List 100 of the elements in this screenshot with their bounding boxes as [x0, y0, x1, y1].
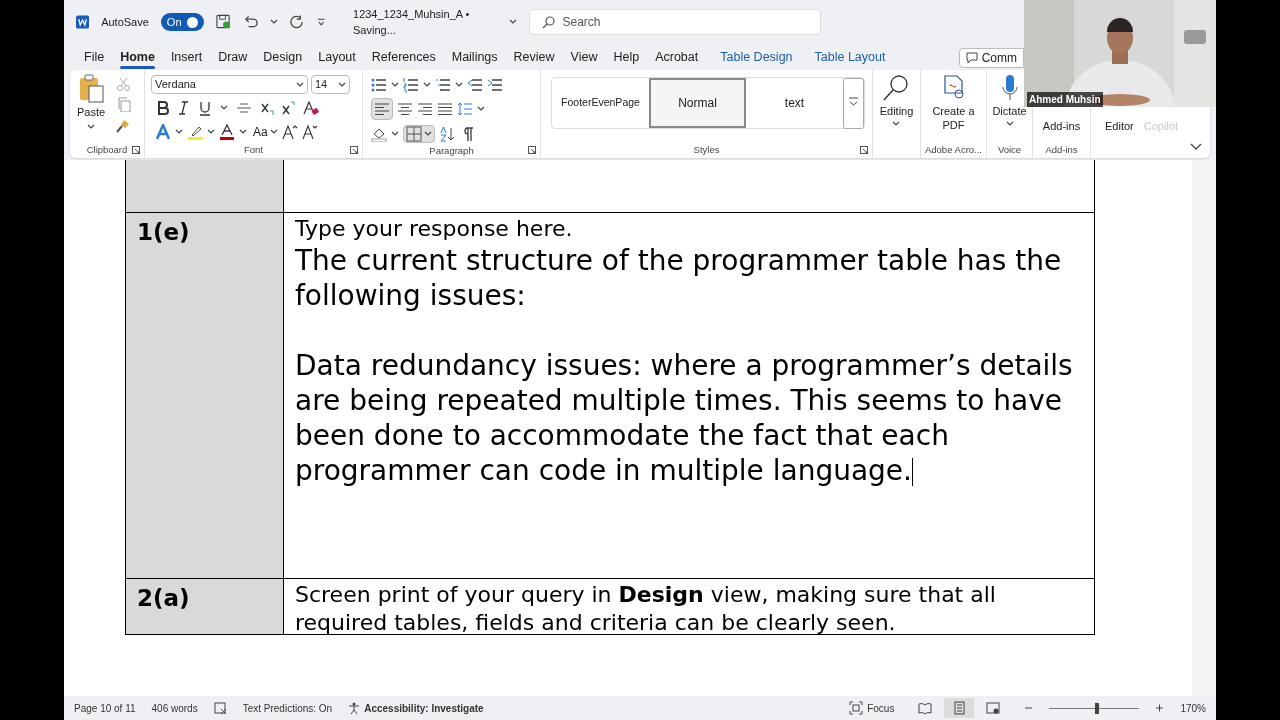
collapse-ribbon-icon[interactable] — [1190, 143, 1202, 150]
format-painter-icon[interactable] — [116, 118, 131, 133]
focus-button[interactable]: Focus — [849, 700, 895, 716]
comments-button[interactable]: Comm — [958, 48, 1024, 68]
proofing-icon[interactable] — [213, 701, 227, 715]
text-predictions[interactable]: Text Predictions: On — [242, 700, 333, 716]
change-case-button[interactable]: Aa — [253, 123, 278, 141]
menu-tab[interactable]: Review — [505, 44, 563, 70]
bullets-icon[interactable] — [371, 77, 387, 93]
menu-tab[interactable]: Table Design — [712, 44, 801, 70]
menu-tab[interactable]: Insert — [162, 44, 211, 70]
pdf-button[interactable]: Create a PDF — [931, 74, 976, 142]
participant-name: Ahmed Muhsin — [1027, 92, 1103, 107]
redo-icon[interactable] — [289, 14, 305, 30]
menu-tab[interactable]: Help — [605, 44, 648, 70]
caret-icon — [87, 123, 95, 130]
menu-tab[interactable]: Home — [112, 44, 163, 70]
dialog-launcher-icon[interactable] — [860, 146, 868, 154]
style-item[interactable]: Normal — [649, 78, 746, 128]
font-size-field[interactable]: 14 — [311, 75, 350, 94]
borders-icon — [406, 126, 422, 142]
menu-tab[interactable]: Acrobat — [647, 44, 707, 70]
menu-tab[interactable]: File — [76, 44, 113, 70]
menu-tab[interactable]: Layout — [310, 44, 364, 70]
zoom-slider[interactable] — [1049, 702, 1140, 714]
autosave-label: AutoSave — [101, 14, 149, 30]
accessibility-button[interactable]: Accessibility: Investigate — [348, 700, 484, 716]
multilevel-list-icon[interactable] — [435, 77, 451, 93]
align-center-icon[interactable] — [397, 101, 413, 117]
gallery-more-icon[interactable] — [843, 77, 864, 129]
clipboard-icon — [77, 74, 105, 104]
menu-tab[interactable]: Design — [255, 44, 311, 70]
caret-icon[interactable] — [455, 82, 463, 88]
font-color-icon[interactable] — [219, 124, 235, 140]
text-effects-icon[interactable] — [155, 124, 171, 140]
shrink-font-icon[interactable] — [301, 124, 318, 140]
style-item[interactable]: FooterEvenPage — [552, 78, 649, 128]
grow-font-icon[interactable] — [281, 124, 298, 140]
caret-icon[interactable] — [391, 82, 399, 88]
bold-icon[interactable] — [155, 100, 169, 116]
caret-icon[interactable] — [175, 129, 183, 135]
microphone-button[interactable]: Dictate — [992, 74, 1027, 142]
justify-icon[interactable] — [437, 101, 453, 117]
caret-icon[interactable] — [207, 129, 215, 135]
menu-tab[interactable]: Mailings — [443, 44, 506, 70]
word-count[interactable]: 406 words — [151, 700, 198, 716]
menu-tab[interactable]: References — [363, 44, 444, 70]
customize-icon[interactable] — [316, 18, 325, 26]
highlight-icon[interactable] — [187, 124, 203, 140]
paste-button[interactable]: Paste — [74, 74, 108, 130]
group-label: Clipboard — [86, 142, 128, 157]
menu-tab[interactable]: Table Layout — [806, 44, 894, 70]
dialog-launcher-icon[interactable] — [350, 146, 358, 154]
prompt-text: Type your response here. — [295, 215, 574, 243]
editor-button[interactable]: Editor — [1105, 110, 1134, 142]
increase-indent-icon[interactable] — [487, 77, 503, 93]
underline-icon[interactable] — [197, 100, 213, 116]
style-item[interactable]: text — [746, 78, 843, 128]
add-ins-button[interactable]: Add-ins — [1042, 110, 1081, 142]
italic-icon[interactable] — [176, 100, 190, 116]
caret-icon[interactable] — [508, 19, 517, 25]
borders-button[interactable] — [403, 125, 435, 143]
zoom-in-icon[interactable] — [1155, 704, 1165, 712]
caret-icon[interactable] — [239, 129, 247, 135]
shading-icon[interactable] — [371, 126, 387, 142]
search-button[interactable]: Editing — [879, 74, 914, 142]
group-label: Add-ins — [1045, 142, 1078, 157]
caret-icon[interactable] — [391, 131, 399, 137]
clear-formatting-icon[interactable] — [302, 100, 320, 116]
caret-icon[interactable] — [423, 82, 431, 88]
save-icon[interactable] — [215, 14, 231, 30]
font-name-field[interactable]: Verdana — [151, 75, 308, 94]
word-logo-icon — [76, 15, 90, 29]
comment-icon — [965, 52, 978, 64]
group-label: Styles — [693, 142, 720, 157]
caret-icon — [424, 131, 432, 137]
zoom-thumb[interactable] — [1095, 702, 1100, 714]
prompt-text: Screen print of your query in Design view, making sure that all required tables, fields and criteria can be clearly seen. — [295, 581, 997, 637]
caret-icon[interactable] — [269, 19, 278, 25]
group-label: Adobe Acro... — [924, 142, 982, 157]
search-field[interactable]: Search — [528, 9, 821, 35]
page-count[interactable]: Page 10 of 11 — [74, 700, 136, 716]
dialog-launcher-icon[interactable] — [528, 146, 536, 154]
caret-icon[interactable] — [477, 106, 485, 112]
menu-tab[interactable]: Draw — [210, 44, 256, 70]
align-right-icon[interactable] — [417, 101, 433, 117]
autosave-toggle[interactable]: On — [160, 13, 204, 31]
dialog-launcher-icon[interactable] — [132, 146, 140, 154]
decrease-indent-icon[interactable] — [467, 77, 483, 93]
caret-icon[interactable] — [220, 105, 228, 111]
numbering-icon[interactable] — [403, 77, 419, 93]
zoom-level[interactable]: 170% — [1180, 700, 1206, 716]
sort-icon[interactable] — [439, 126, 455, 142]
align-left-button[interactable] — [371, 98, 393, 120]
menu-tab[interactable]: View — [562, 44, 606, 70]
line-spacing-icon[interactable] — [457, 101, 473, 117]
document-title[interactable]: 1234_1234_Muhsin_A • Saving... — [353, 5, 517, 39]
superscript-icon[interactable] — [281, 100, 295, 116]
group-label: Voice — [997, 142, 1022, 157]
undo-icon[interactable] — [242, 15, 258, 29]
